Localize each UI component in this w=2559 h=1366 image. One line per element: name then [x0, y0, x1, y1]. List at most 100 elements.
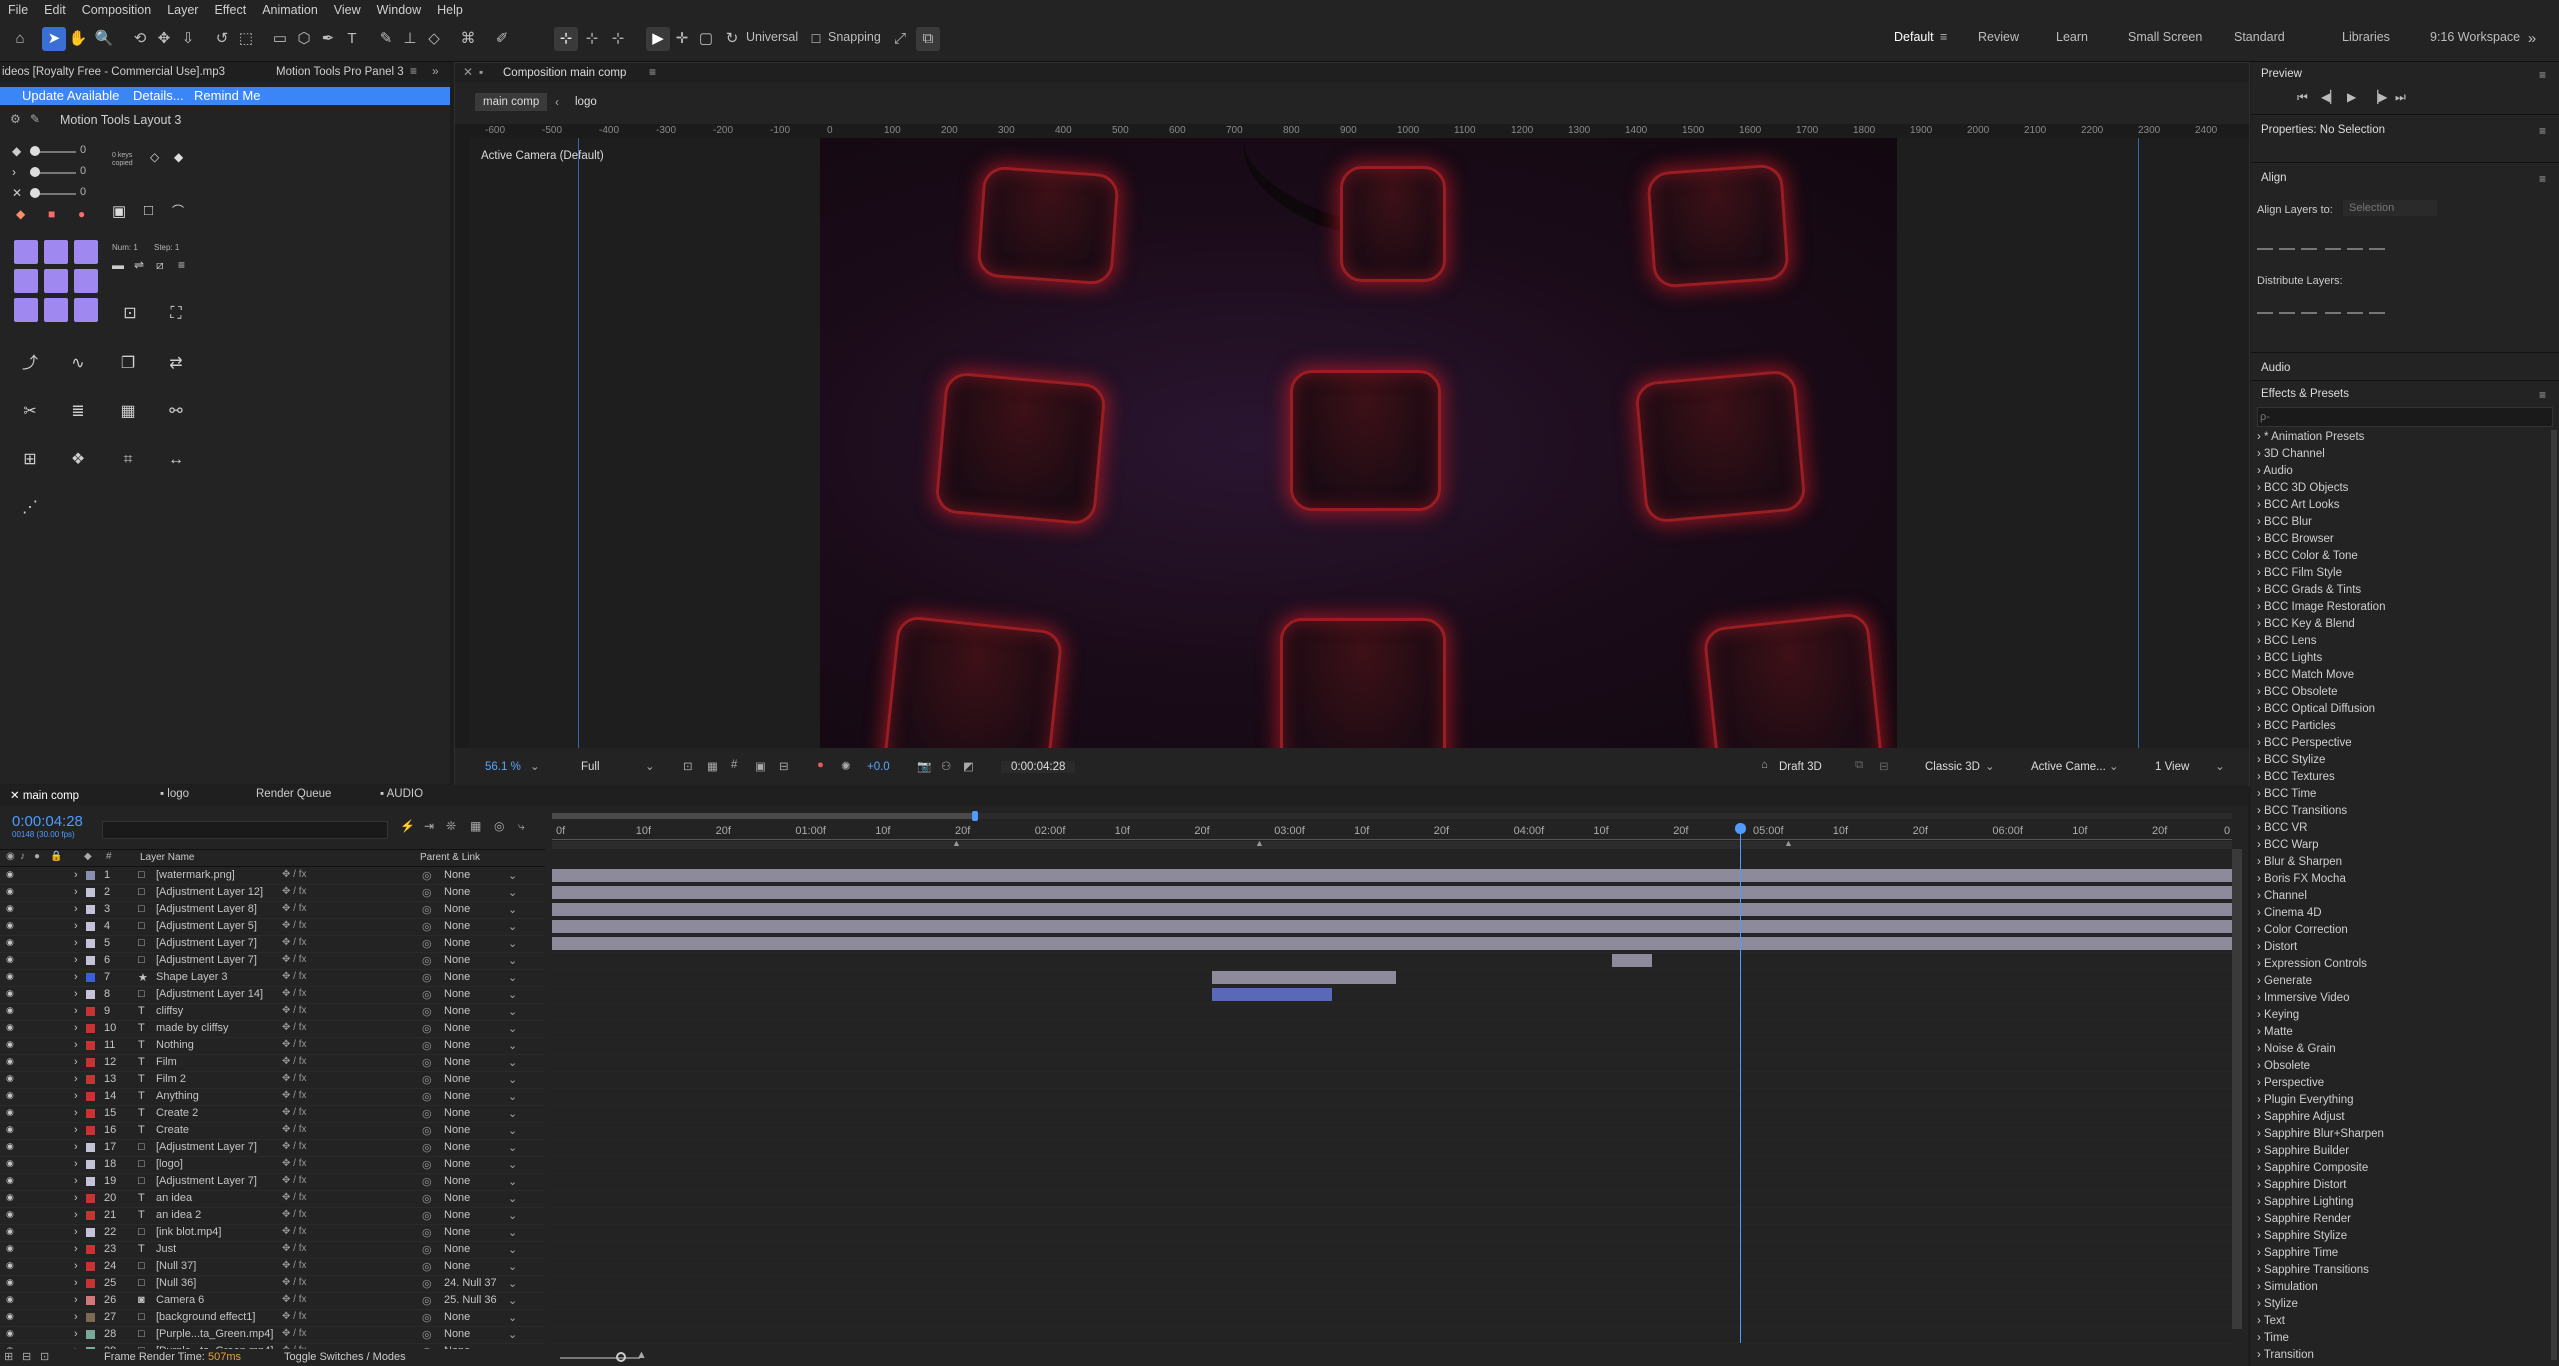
menu-effect[interactable]: Effect: [206, 3, 254, 17]
parent-select[interactable]: None: [444, 971, 470, 983]
exposure-value[interactable]: +0.0: [867, 761, 890, 773]
disclosure-triangle-icon[interactable]: ›: [2257, 1315, 2264, 1327]
arrows-icon[interactable]: ⇄: [164, 352, 188, 376]
layer-switches[interactable]: ✥ / fx: [282, 1328, 307, 1339]
layer-switches[interactable]: ✥ / fx: [282, 1192, 307, 1203]
workspace-standard[interactable]: Standard: [2234, 30, 2285, 44]
parent-dropdown-icon[interactable]: ⌄: [508, 1209, 517, 1222]
parent-select[interactable]: None: [444, 1107, 470, 1119]
anchor-bottom-right-button[interactable]: [74, 298, 98, 322]
disclosure-triangle-icon[interactable]: ›: [2257, 431, 2264, 443]
disclosure-triangle-icon[interactable]: ›: [2257, 1247, 2264, 1259]
parent-dropdown-icon[interactable]: ⌄: [508, 1175, 517, 1188]
twirl-icon[interactable]: ›: [74, 920, 78, 932]
anchor-left-button[interactable]: [14, 269, 38, 293]
menu-composition[interactable]: Composition: [74, 3, 159, 17]
parent-select[interactable]: None: [444, 1226, 470, 1238]
eye-icon[interactable]: ◉: [6, 971, 14, 982]
pan-behind-tool-icon[interactable]: ⬚: [234, 27, 258, 51]
pickwhip-icon[interactable]: ◎: [422, 1039, 432, 1052]
pickwhip-icon[interactable]: ◎: [422, 1175, 432, 1188]
distribute-hcenter-icon[interactable]: [2347, 298, 2363, 314]
snap-options-icon[interactable]: ⧉: [916, 27, 940, 51]
layer-row[interactable]: ◉ › 6 □ [Adjustment Layer 7] ✥ / fx ◎ None ⌄: [0, 952, 545, 970]
eye-icon[interactable]: ◉: [6, 1090, 14, 1101]
effects-category-item[interactable]: › BCC Obsolete: [2257, 686, 2338, 698]
effects-category-item[interactable]: › BCC Lights: [2257, 652, 2322, 664]
shy-icon[interactable]: ❊: [446, 819, 456, 833]
align-bottom-icon[interactable]: [2369, 234, 2385, 250]
layer-switches[interactable]: ✥ / fx: [282, 1294, 307, 1305]
effects-category-item[interactable]: › Color Correction: [2257, 924, 2348, 936]
effects-category-item[interactable]: › BCC Time: [2257, 788, 2316, 800]
parent-select[interactable]: None: [444, 903, 470, 915]
distribute-top-icon[interactable]: [2257, 298, 2273, 314]
layer-switches[interactable]: ✥ / fx: [282, 1226, 307, 1237]
workspace-learn[interactable]: Learn: [2056, 30, 2088, 44]
disclosure-triangle-icon[interactable]: ›: [2257, 1281, 2264, 1293]
twirl-icon[interactable]: ›: [74, 1209, 78, 1221]
twirl-icon[interactable]: ›: [74, 1022, 78, 1034]
parent-dropdown-icon[interactable]: ⌄: [508, 886, 517, 899]
pan-tool-icon[interactable]: ✥: [152, 27, 176, 51]
frame-icon[interactable]: ⊡: [118, 302, 142, 326]
layer-track[interactable]: [552, 1207, 2232, 1225]
eye-icon[interactable]: ◉: [6, 1175, 14, 1186]
effects-category-item[interactable]: › Immersive Video: [2257, 992, 2349, 1004]
parent-dropdown-icon[interactable]: ⌄: [508, 971, 517, 984]
label-color-swatch[interactable]: [86, 1194, 95, 1203]
slider-3-value[interactable]: 0: [80, 186, 86, 198]
label-color-swatch[interactable]: [86, 973, 95, 982]
layer-name[interactable]: [Purple...ta_Green.mp4]: [156, 1328, 273, 1340]
timeline-timecode[interactable]: 0:00:04:28: [12, 813, 83, 830]
layer-switches[interactable]: ✥ / fx: [282, 886, 307, 897]
disclosure-triangle-icon[interactable]: ›: [2257, 754, 2264, 766]
twirl-icon[interactable]: ›: [74, 1005, 78, 1017]
effects-category-item[interactable]: › Blur & Sharpen: [2257, 856, 2342, 868]
snapping-checkbox[interactable]: ☐: [804, 27, 828, 51]
label-color-swatch[interactable]: [86, 888, 95, 897]
frame-blend-icon[interactable]: ▦: [470, 819, 481, 833]
label-color-swatch[interactable]: [86, 1313, 95, 1322]
layer-row[interactable]: ◉ › 1 □ [watermark.png] ✥ / fx ◎ None ⌄: [0, 867, 545, 885]
grid-toggle-icon[interactable]: #: [731, 759, 737, 771]
wave-icon[interactable]: ∿: [66, 352, 90, 376]
effects-category-item[interactable]: › BCC Browser: [2257, 533, 2334, 545]
align-vcenter-icon[interactable]: [2347, 234, 2363, 250]
camera-icon[interactable]: ⊞: [18, 448, 42, 472]
clone-icon[interactable]: ❐: [116, 352, 140, 376]
curve-icon[interactable]: ⌒: [172, 202, 184, 219]
comp-menu-icon[interactable]: ≡: [649, 65, 656, 79]
crop-icon[interactable]: ⌗: [116, 448, 140, 472]
menu-animation[interactable]: Animation: [254, 3, 326, 17]
layer-name[interactable]: [background effect1]: [156, 1311, 255, 1323]
layer-row[interactable]: ◉ › 7 ★ Shape Layer 3 ✥ / fx ◎ None ⌄: [0, 969, 545, 987]
select-arrow-icon[interactable]: ▶: [646, 27, 670, 51]
disclosure-triangle-icon[interactable]: ›: [2257, 788, 2264, 800]
label-color-swatch[interactable]: [86, 1262, 95, 1271]
eye-icon[interactable]: ◉: [6, 1328, 14, 1339]
workspace-menu-icon[interactable]: ≡: [1940, 30, 1947, 44]
eye-icon[interactable]: ◉: [6, 1107, 14, 1118]
twirl-icon[interactable]: ›: [74, 954, 78, 966]
layer-switches[interactable]: ✥ / fx: [282, 1311, 307, 1322]
layer-row[interactable]: ◉ › 27 □ [background effect1] ✥ / fx ◎ None ⌄: [0, 1309, 545, 1327]
pickwhip-icon[interactable]: ◎: [422, 1294, 432, 1307]
comp-timecode[interactable]: 0:00:04:28: [1001, 761, 1076, 773]
effects-category-item[interactable]: › Transition: [2257, 1349, 2314, 1361]
effects-category-item[interactable]: › Keying: [2257, 1009, 2299, 1021]
effects-category-item[interactable]: › Sapphire Distort: [2257, 1179, 2347, 1191]
parent-select[interactable]: None: [444, 869, 470, 881]
parent-dropdown-icon[interactable]: ⌄: [508, 1192, 517, 1205]
distribute-icon-4[interactable]: ≡: [178, 258, 185, 272]
lock-icon[interactable]: ▪: [479, 65, 483, 79]
twirl-icon[interactable]: ›: [74, 903, 78, 915]
square-icon[interactable]: ▢: [694, 27, 718, 51]
twirl-icon[interactable]: ›: [74, 869, 78, 881]
label-color-swatch[interactable]: [86, 1296, 95, 1305]
time-ruler[interactable]: 0f 10f 20f 01:00f 10f 20f 02:00f 10f 20f 03:00f 10…: [552, 825, 2232, 840]
twirl-icon[interactable]: ›: [74, 1328, 78, 1340]
disclosure-triangle-icon[interactable]: ›: [2257, 1043, 2264, 1055]
effects-category-item[interactable]: › Sapphire Stylize: [2257, 1230, 2347, 1242]
effects-category-item[interactable]: › BCC Film Style: [2257, 567, 2342, 579]
